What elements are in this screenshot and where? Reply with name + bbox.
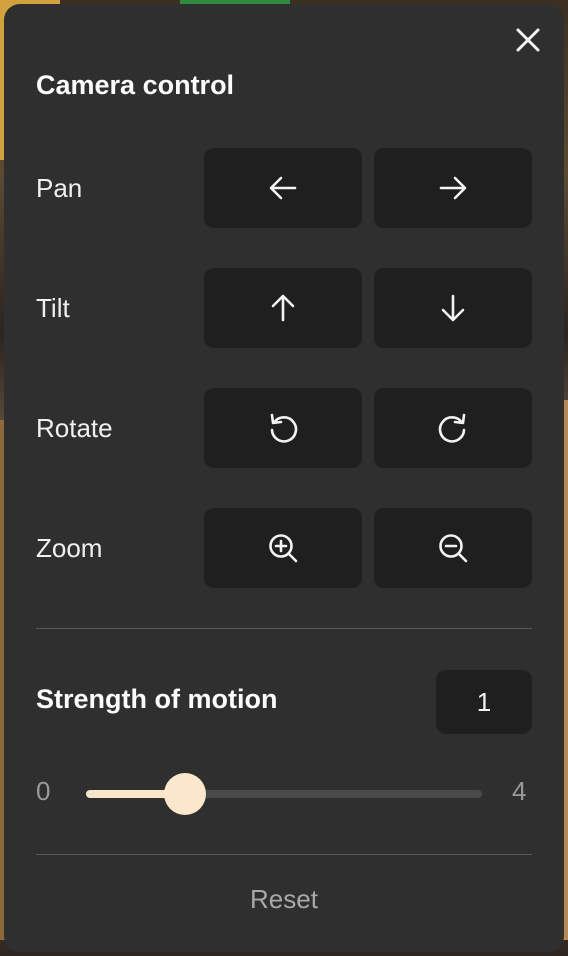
tilt-up-button[interactable] [204,268,362,348]
zoom-in-button[interactable] [204,508,362,588]
rotate-counterclockwise-icon [270,413,298,443]
reset-button[interactable]: Reset [4,884,564,915]
zoom-row: Zoom [36,508,532,588]
zoom-out-button[interactable] [374,508,532,588]
strength-slider[interactable] [86,773,482,815]
rotate-row: Rotate [36,388,532,468]
zoom-out-icon [439,534,468,563]
pan-left-button[interactable] [204,148,362,228]
strength-value-input[interactable]: 1 [436,670,532,734]
tilt-row: Tilt [36,268,532,348]
divider [36,628,532,629]
arrow-down-icon [441,294,465,322]
tilt-down-button[interactable] [374,268,532,348]
panel-title: Camera control [36,70,235,100]
camera-control-panel: Camera control Pan Tilt Rotate Zoom Stre… [4,4,564,952]
zoom-label: Zoom [36,533,103,563]
arrow-up-icon [271,294,295,322]
close-icon[interactable] [514,26,542,54]
arrow-right-icon [439,176,467,200]
pan-row: Pan [36,148,532,228]
slider-max-label: 4 [512,776,527,806]
pan-right-button[interactable] [374,148,532,228]
rotate-clockwise-button[interactable] [374,388,532,468]
rotate-counterclockwise-button[interactable] [204,388,362,468]
arrow-left-icon [269,176,297,200]
tilt-label: Tilt [36,293,70,323]
zoom-in-icon [269,534,298,563]
strength-label: Strength of motion [36,684,278,714]
divider [36,854,532,855]
slider-thumb[interactable] [164,773,206,815]
pan-label: Pan [36,173,83,203]
slider-min-label: 0 [36,776,51,806]
rotate-label: Rotate [36,413,113,443]
rotate-clockwise-icon [438,413,466,443]
